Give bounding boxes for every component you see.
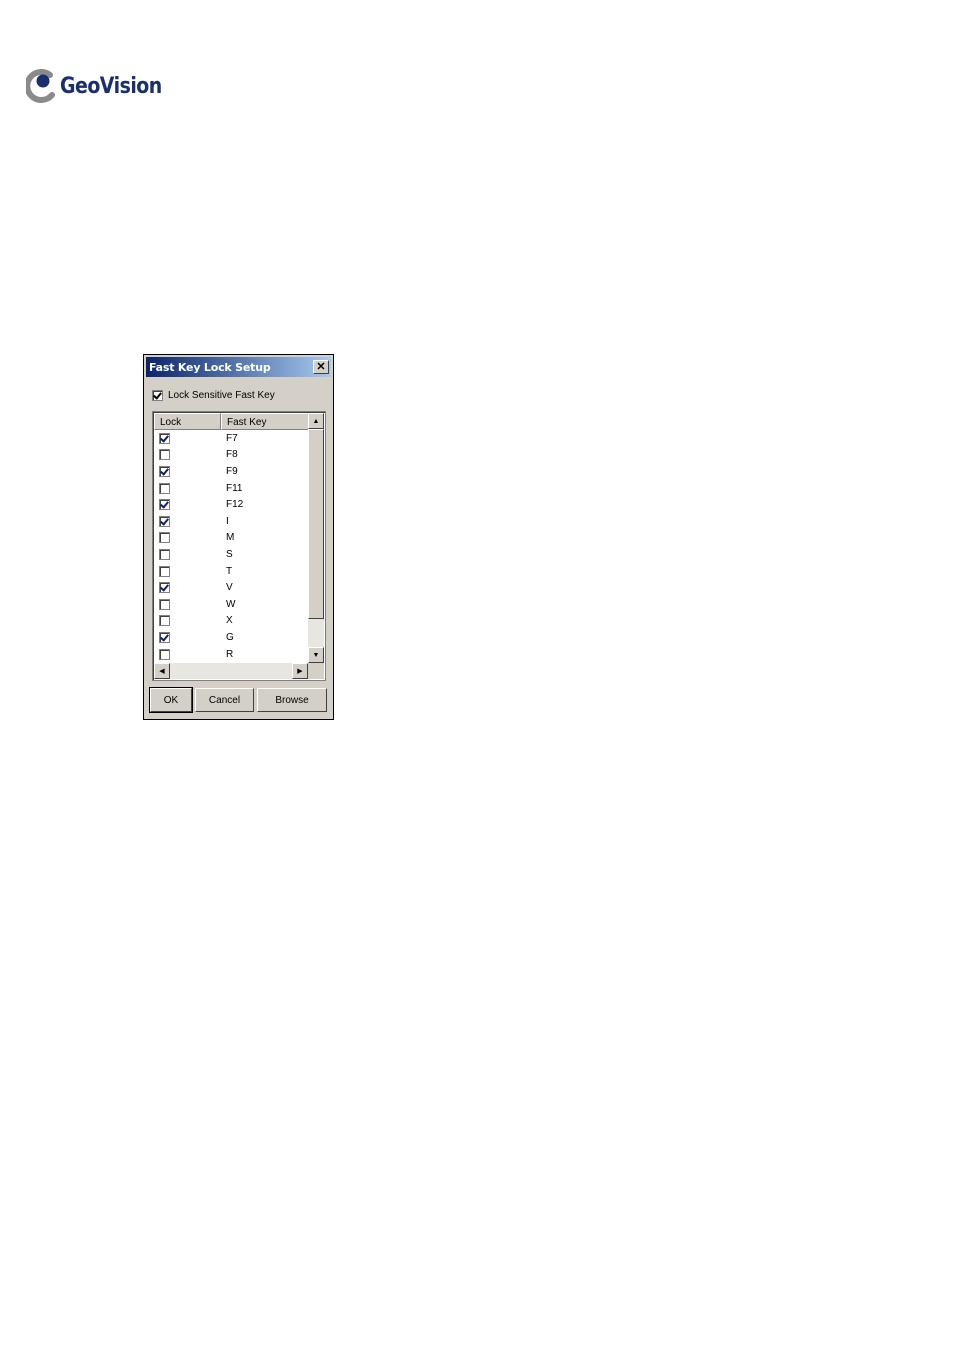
lock-checkbox[interactable] <box>159 648 170 660</box>
list-item[interactable]: V <box>154 579 310 596</box>
scroll-down-button[interactable]: ▼ <box>308 647 324 663</box>
geovision-logo: GeoVision <box>26 66 178 106</box>
fast-key-label: S <box>226 548 233 560</box>
close-button[interactable]: ✕ <box>313 360 329 374</box>
lock-checkbox[interactable] <box>159 482 170 494</box>
scroll-left-button[interactable]: ◀ <box>154 663 170 679</box>
list-item[interactable]: F11 <box>154 480 310 497</box>
lock-checkbox[interactable] <box>159 499 170 511</box>
fast-key-label: F11 <box>226 482 243 494</box>
cancel-button[interactable]: Cancel <box>195 688 254 712</box>
list-item[interactable]: F9 <box>154 463 310 480</box>
fast-key-label: I <box>226 515 229 527</box>
fast-key-label: F12 <box>226 499 244 511</box>
scrollbar-corner <box>308 663 324 679</box>
scroll-up-button[interactable]: ▲ <box>308 413 324 429</box>
arrow-down-icon: ▼ <box>312 651 320 659</box>
fast-key-label: W <box>226 598 236 610</box>
fast-key-label: T <box>226 565 233 577</box>
geovision-logo-icon <box>26 69 55 103</box>
lock-checkbox[interactable] <box>159 615 170 627</box>
fast-key-label: F9 <box>226 465 238 477</box>
list-rows: F7 F8 F9 F11 F12 I M S T V W X G R <box>154 430 310 662</box>
logo-text: GeoVision <box>60 73 162 99</box>
fast-key-label: M <box>226 532 235 544</box>
arrow-right-icon: ▶ <box>297 668 303 675</box>
scroll-thumb[interactable] <box>308 429 324 619</box>
list-item[interactable]: G <box>154 629 310 646</box>
lock-checkbox[interactable] <box>159 631 170 643</box>
arrow-left-icon: ◀ <box>159 668 165 675</box>
lock-checkbox[interactable] <box>159 565 170 577</box>
lock-checkbox[interactable] <box>159 532 170 544</box>
list-item[interactable]: S <box>154 546 310 563</box>
lock-sensitive-fast-key-label: Lock Sensitive Fast Key <box>168 390 275 401</box>
checkbox-icon[interactable] <box>152 390 163 401</box>
lock-checkbox[interactable] <box>159 432 170 444</box>
list-item[interactable]: T <box>154 563 310 580</box>
list-item[interactable]: W <box>154 596 310 613</box>
lock-checkbox[interactable] <box>159 582 170 594</box>
column-header-fast-key[interactable]: Fast Key <box>221 413 310 430</box>
dialog-title: Fast Key Lock Setup <box>149 361 271 374</box>
fast-key-list: Lock Fast Key F7 F8 F9 F11 F12 I M S T V W X G R ▲ ▼ … <box>152 411 326 681</box>
close-icon: ✕ <box>316 360 326 373</box>
horizontal-scrollbar[interactable]: ◀ ▶ <box>154 663 308 679</box>
column-header-lock[interactable]: Lock <box>154 413 221 430</box>
browse-button[interactable]: Browse <box>257 688 327 712</box>
fast-key-label: R <box>226 648 234 660</box>
list-item[interactable]: M <box>154 530 310 547</box>
fast-key-label: F8 <box>226 449 238 461</box>
fast-key-lock-setup-dialog: Fast Key Lock Setup ✕ Lock Sensitive Fas… <box>143 354 334 720</box>
lock-sensitive-fast-key-checkbox[interactable]: Lock Sensitive Fast Key <box>152 390 275 401</box>
fast-key-label: V <box>226 582 233 594</box>
list-header: Lock Fast Key <box>154 413 310 430</box>
title-bar[interactable]: Fast Key Lock Setup ✕ <box>146 357 331 377</box>
list-item[interactable]: F7 <box>154 430 310 447</box>
lock-checkbox[interactable] <box>159 465 170 477</box>
lock-checkbox[interactable] <box>159 449 170 461</box>
list-item[interactable]: R <box>154 646 310 663</box>
arrow-up-icon: ▲ <box>312 417 320 425</box>
list-item[interactable]: I <box>154 513 310 530</box>
list-item[interactable]: F12 <box>154 496 310 513</box>
ok-button[interactable]: OK <box>149 687 193 713</box>
fast-key-label: X <box>226 615 233 627</box>
list-item[interactable]: F8 <box>154 447 310 464</box>
lock-checkbox[interactable] <box>159 515 170 527</box>
scroll-right-button[interactable]: ▶ <box>292 663 308 679</box>
vertical-scrollbar[interactable]: ▲ ▼ <box>308 413 324 663</box>
fast-key-label: F7 <box>226 432 238 444</box>
lock-checkbox[interactable] <box>159 598 170 610</box>
fast-key-label: G <box>226 631 234 643</box>
lock-checkbox[interactable] <box>159 548 170 560</box>
list-item[interactable]: X <box>154 613 310 630</box>
